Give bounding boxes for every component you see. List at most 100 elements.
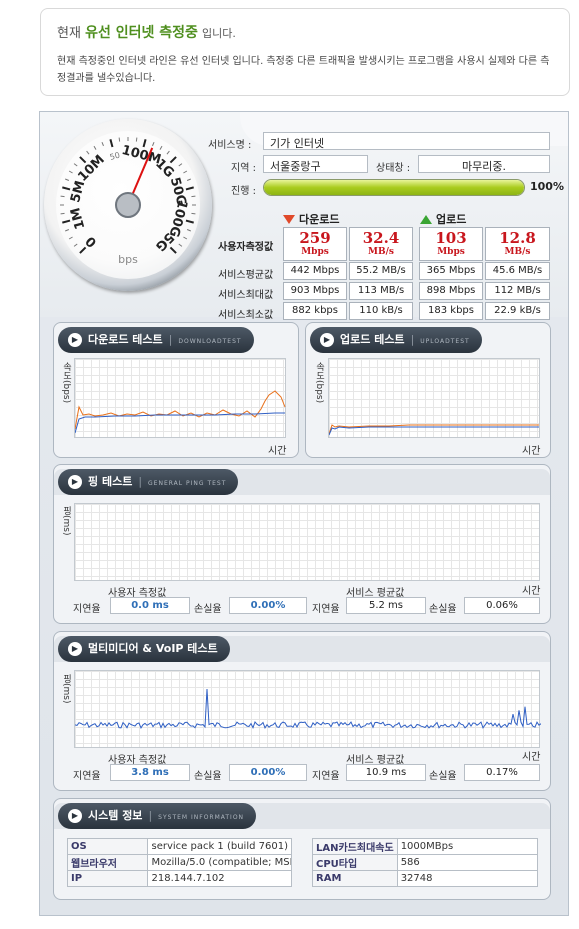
gauge-major-tick	[62, 219, 71, 224]
ram-value: 32748	[396, 870, 539, 887]
system-info-title: ▶ 시스템 정보 | SYSTEM INFORMATION	[58, 803, 257, 829]
row-label-max: 서비스최대값	[218, 290, 274, 301]
download-y-label: 속도(bps)	[61, 362, 71, 404]
arrow-right-icon: ▶	[68, 642, 82, 656]
gauge-minor-tick	[183, 236, 188, 240]
upload-mbps-cell: 103 Mbps	[419, 227, 483, 261]
title-separator: |	[148, 809, 153, 822]
upload-series-avg	[328, 426, 539, 436]
download-x-label: 시간	[268, 446, 287, 457]
voip-series	[74, 688, 542, 730]
gauge-unit-label: bps	[118, 253, 138, 266]
upload-test-title-text: 업로드 테스트	[340, 333, 405, 346]
gauge-minor-tick	[60, 212, 65, 215]
max-download-mbs: 113 MB/s	[349, 282, 413, 300]
ping-service-loss-label: 손실율	[429, 604, 457, 615]
row-label-avg: 서비스평균값	[218, 270, 274, 281]
gauge-major-tick	[185, 219, 194, 224]
row-label-user: 사용자측정값	[218, 242, 274, 253]
ping-y-label: 핑(ms)	[61, 506, 71, 536]
region-value: 서울중랑구	[263, 155, 368, 173]
gauge-minor-tick	[191, 195, 196, 198]
upload-mbs-cell: 12.8 MB/s	[485, 227, 550, 261]
download-mbps-value: 259	[299, 229, 331, 247]
upload-mbs-value: 12.8	[499, 229, 536, 247]
system-row-ip: IP 218.144.7.102	[66, 870, 292, 887]
gauge-minor-tick	[64, 229, 70, 232]
system-table-left: OS service pack 1 (build 7601) 웹브라우저 Mozil…	[66, 838, 292, 887]
min-download-mbps: 882 kbps	[283, 302, 347, 320]
system-table-right: LAN카드최대속도 1000MBps CPU타입 586 RAM 32748	[312, 838, 539, 887]
upload-header-label: 업로드	[436, 213, 467, 226]
upload-y-label: 속도(bps)	[314, 362, 324, 404]
avg-upload-mbps: 365 Mbps	[419, 262, 483, 280]
gauge-minor-tick	[159, 145, 163, 150]
gauge-minor-tick	[101, 141, 104, 147]
gauge-major-tick	[142, 139, 147, 148]
system-row-cpu: CPU타입 586	[312, 854, 539, 871]
ping-graph	[74, 503, 540, 581]
gauge-minor-tick	[73, 243, 78, 247]
ping-user-loss: 0.00%	[229, 597, 307, 614]
upload-header: 업로드	[420, 211, 466, 227]
system-info-title-text: 시스템 정보	[88, 809, 143, 822]
service-name-label: 서비스명 :	[208, 140, 252, 151]
voip-service-loss-label: 손실율	[429, 771, 457, 782]
ip-value: 218.144.7.102	[147, 870, 292, 887]
gauge-minor-tick	[64, 178, 70, 181]
download-mbps-unit: Mbps	[301, 247, 329, 257]
download-arrow-icon	[283, 215, 295, 224]
ip-label: IP	[66, 870, 149, 887]
system-info-subtitle: SYSTEM INFORMATION	[158, 814, 245, 821]
os-label: OS	[66, 838, 149, 855]
service-name-value: 기가 인터넷	[263, 132, 550, 150]
gauge-minor-tick	[118, 137, 121, 142]
upload-mbs-unit: MB/s	[504, 247, 531, 257]
browser-value: Mozilla/5.0 (compatible; MSI	[147, 854, 292, 871]
title-separator: |	[410, 333, 415, 346]
os-value: service pack 1 (build 7601)	[147, 838, 292, 855]
ping-test-subtitle: GENERAL PING TEST	[148, 480, 227, 487]
browser-label: 웹브라우저	[66, 854, 149, 871]
voip-user-latency-label: 지연율	[73, 771, 101, 782]
gauge-major-tick	[109, 139, 114, 148]
download-header-label: 다운로드	[299, 213, 340, 226]
ping-service-loss: 0.06%	[464, 597, 540, 614]
upload-graph-lines	[328, 424, 539, 436]
gauge-minor-tick	[73, 163, 78, 167]
arrow-right-icon: ▶	[320, 333, 334, 347]
voip-graph-lines	[74, 688, 542, 730]
download-mbs-cell: 32.4 MB/s	[349, 227, 413, 261]
upload-arrow-icon	[420, 215, 432, 224]
gauge-major-tick	[169, 156, 177, 164]
region-label: 지역 :	[231, 163, 256, 174]
gauge-tick-label: 1M	[68, 206, 88, 231]
upload-x-label: 시간	[522, 446, 541, 457]
gauge-minor-tick	[86, 150, 90, 155]
system-row-lan: LAN카드최대속도 1000MBps	[312, 838, 539, 855]
upload-graph	[328, 358, 540, 438]
upload-series-user	[328, 424, 539, 435]
download-test-title-text: 다운로드 테스트	[88, 333, 163, 346]
gauge-minor-tick	[191, 212, 196, 215]
voip-graph	[74, 670, 542, 748]
title-separator: |	[138, 475, 143, 488]
voip-test-title: ▶ 멀티미디어 & VoIP 테스트	[58, 636, 230, 662]
gauge-minor-tick	[68, 236, 73, 240]
voip-user-loss: 0.00%	[229, 764, 307, 781]
gauge-minor-tick	[68, 170, 73, 174]
voip-service-loss: 0.17%	[464, 764, 540, 781]
lan-speed-value: 1000MBps	[396, 838, 539, 855]
gauge-minor-tick	[186, 229, 192, 232]
cpu-label: CPU타입	[312, 854, 398, 871]
progress-label: 진행 :	[231, 186, 256, 197]
gauge-minor-tick	[152, 141, 155, 147]
voip-test-title-text: 멀티미디어 & VoIP 테스트	[88, 642, 218, 655]
max-upload-mbs: 112 MB/s	[485, 282, 550, 300]
system-row-ram: RAM 32748	[312, 870, 539, 887]
progress-bar	[263, 179, 525, 196]
gauge-minor-tick	[60, 195, 65, 198]
ping-service-latency: 5.2 ms	[346, 597, 426, 614]
gauge-minor-tick	[178, 163, 183, 167]
ram-label: RAM	[312, 870, 398, 887]
